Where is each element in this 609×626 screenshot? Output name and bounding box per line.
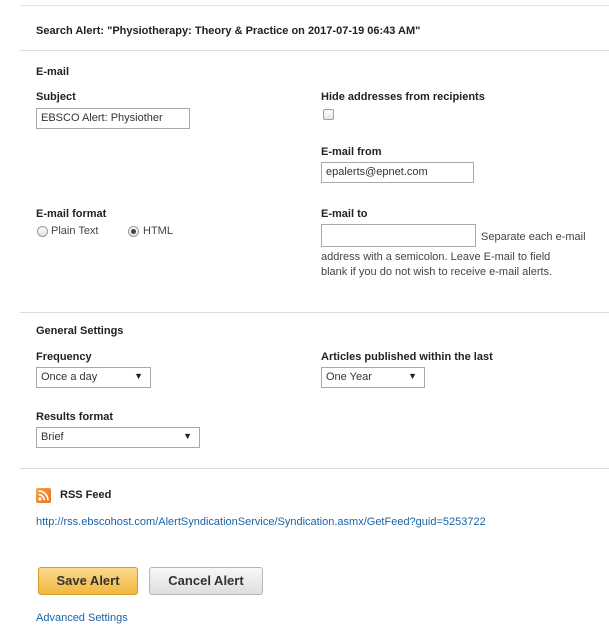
save-alert-button[interactable]: Save Alert xyxy=(38,567,138,595)
chevron-down-icon: ▼ xyxy=(134,371,143,381)
articles-published-select[interactable]: One Year ▼ xyxy=(321,367,425,388)
results-format-value: Brief xyxy=(41,431,64,443)
frequency-select[interactable]: Once a day ▼ xyxy=(36,367,151,388)
frequency-label: Frequency xyxy=(36,351,92,363)
rss-feed-link[interactable]: http://rss.ebscohost.com/AlertSyndicatio… xyxy=(36,516,486,528)
html-label: HTML xyxy=(143,225,173,237)
plain-text-radio[interactable] xyxy=(37,226,48,237)
email-from-label: E-mail from xyxy=(321,146,382,158)
page-title: Search Alert: "Physiotherapy: Theory & P… xyxy=(36,25,421,37)
hide-addresses-label: Hide addresses from recipients xyxy=(321,91,485,103)
subject-label: Subject xyxy=(36,91,76,103)
articles-published-label: Articles published within the last xyxy=(321,351,493,363)
email-to-help-text: blank if you do not wish to receive e-ma… xyxy=(321,266,553,278)
frequency-value: Once a day xyxy=(41,371,98,383)
divider xyxy=(20,468,609,469)
chevron-down-icon: ▼ xyxy=(183,431,192,441)
subject-input[interactable]: EBSCO Alert: Physiother xyxy=(36,108,190,129)
email-to-label: E-mail to xyxy=(321,208,368,220)
results-format-select[interactable]: Brief ▼ xyxy=(36,427,200,448)
email-to-help-text: Separate each e-mail xyxy=(481,231,586,243)
cancel-alert-button[interactable]: Cancel Alert xyxy=(149,567,263,595)
results-format-label: Results format xyxy=(36,411,114,423)
plain-text-label: Plain Text xyxy=(51,225,99,237)
articles-published-value: One Year xyxy=(326,371,372,383)
email-section-title: E-mail xyxy=(36,66,70,78)
hide-addresses-checkbox[interactable] xyxy=(323,109,334,120)
top-border xyxy=(20,5,609,6)
divider xyxy=(20,50,609,51)
email-from-input[interactable]: epalerts@epnet.com xyxy=(321,162,474,183)
email-to-help-text: address with a semicolon. Leave E-mail t… xyxy=(321,251,551,263)
divider xyxy=(20,312,609,313)
chevron-down-icon: ▼ xyxy=(408,371,417,381)
rss-icon xyxy=(36,488,51,503)
rss-feed-title: RSS Feed xyxy=(60,489,112,501)
general-settings-title: General Settings xyxy=(36,325,124,337)
html-radio[interactable] xyxy=(128,226,139,237)
advanced-settings-link[interactable]: Advanced Settings xyxy=(36,612,128,624)
email-to-input[interactable] xyxy=(321,224,476,247)
email-format-label: E-mail format xyxy=(36,208,107,220)
